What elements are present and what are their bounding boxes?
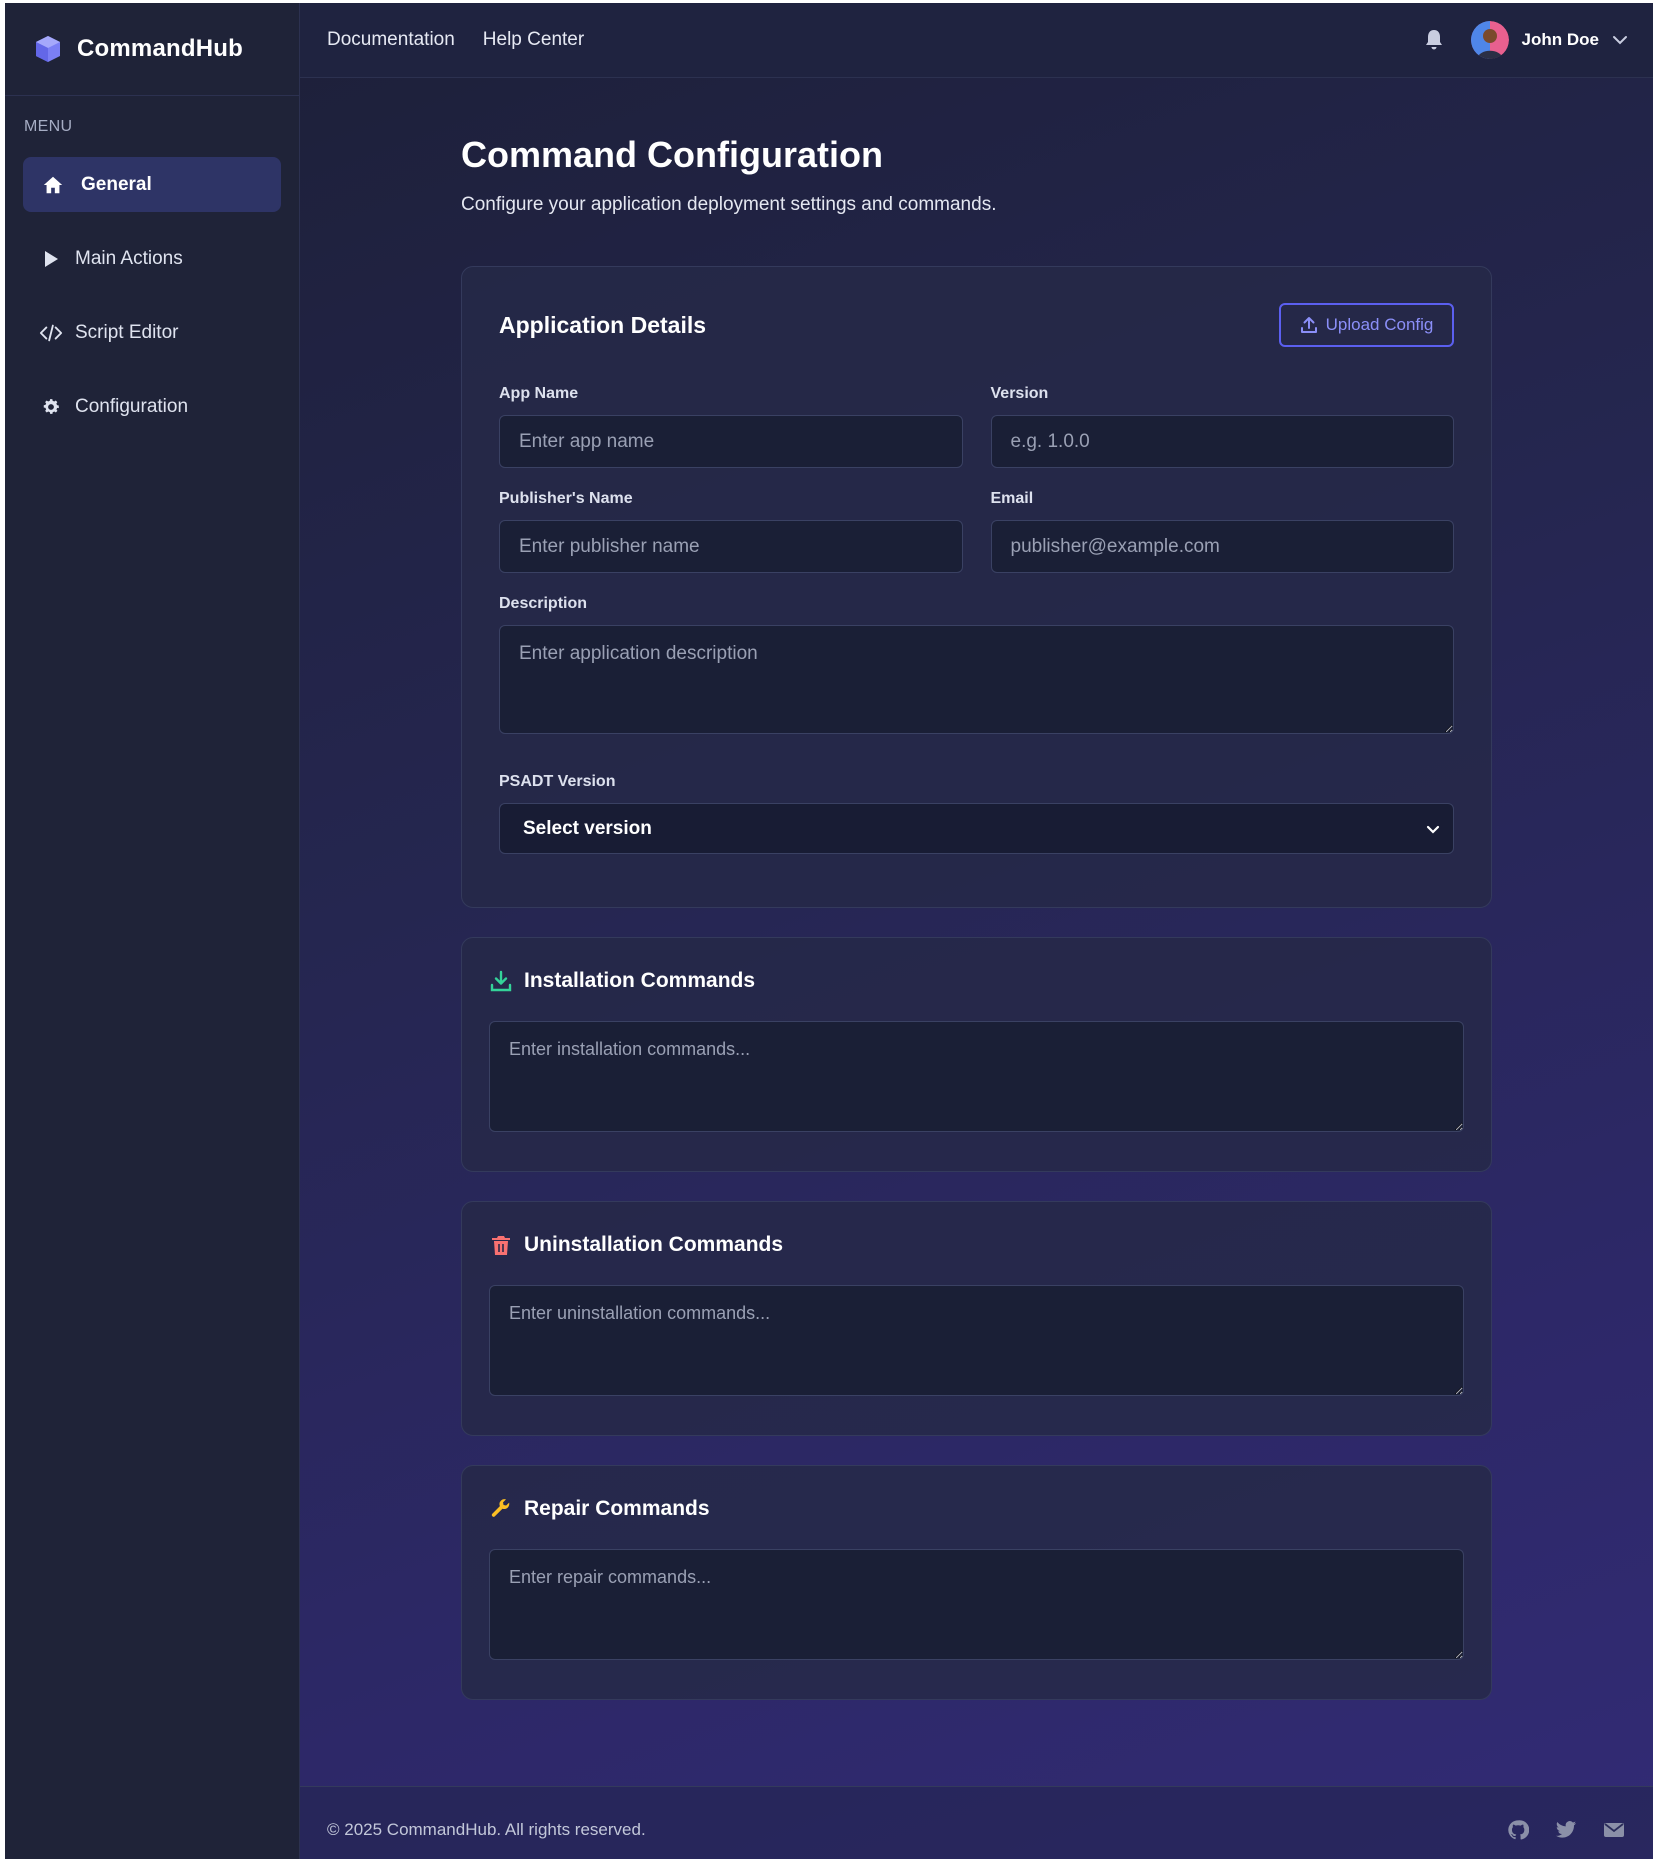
- installation-commands-textarea[interactable]: [489, 1021, 1464, 1132]
- application-details-card: Application Details Upload Config App Na…: [461, 266, 1492, 908]
- sidebar-item-label: General: [81, 173, 152, 195]
- sidebar: CommandHub MENU General Main Actions Scr: [5, 3, 300, 1859]
- code-icon: [39, 321, 63, 345]
- copyright-text: © 2025 CommandHub. All rights reserved.: [327, 1820, 646, 1839]
- app-name-input[interactable]: [499, 415, 963, 468]
- home-icon: [41, 173, 65, 197]
- sidebar-item-configuration[interactable]: Configuration: [23, 379, 281, 434]
- menu-label: MENU: [24, 118, 73, 135]
- sidebar-nav: General Main Actions Script Editor Confi…: [5, 149, 299, 453]
- user-name[interactable]: John Doe: [1522, 30, 1599, 50]
- chevron-down-icon: [1426, 825, 1440, 834]
- footer: © 2025 CommandHub. All rights reserved.: [300, 1786, 1653, 1859]
- description-textarea[interactable]: [499, 625, 1454, 734]
- sidebar-item-label: Main Actions: [75, 247, 183, 269]
- brand[interactable]: CommandHub: [5, 3, 299, 96]
- repair-commands-card: Repair Commands: [461, 1465, 1492, 1700]
- documentation-link[interactable]: Documentation: [327, 29, 455, 51]
- sidebar-item-script-editor[interactable]: Script Editor: [23, 305, 281, 360]
- app-window: CommandHub MENU General Main Actions Scr: [5, 3, 1653, 1859]
- description-label: Description: [499, 595, 588, 612]
- download-icon: [489, 969, 513, 993]
- publisher-input[interactable]: [499, 520, 963, 573]
- topbar: Documentation Help Center John Doe: [300, 3, 1653, 78]
- chevron-down-icon[interactable]: [1611, 31, 1629, 49]
- installation-commands-card: Installation Commands: [461, 937, 1492, 1172]
- cmd-title: Uninstallation Commands: [524, 1233, 784, 1256]
- uninstallation-commands-textarea[interactable]: [489, 1285, 1464, 1396]
- main-area: Documentation Help Center John Doe Comma…: [300, 3, 1653, 1859]
- upload-config-label: Upload Config: [1325, 315, 1434, 334]
- github-icon[interactable]: [1506, 1818, 1530, 1842]
- upload-icon: [1300, 317, 1317, 333]
- cmd-title: Installation Commands: [524, 969, 756, 992]
- bell-icon[interactable]: [1421, 27, 1447, 53]
- sidebar-item-main-actions[interactable]: Main Actions: [23, 231, 281, 286]
- wrench-icon: [489, 1497, 513, 1521]
- page-subtitle: Configure your application deployment se…: [461, 194, 997, 215]
- mail-icon[interactable]: [1602, 1818, 1626, 1842]
- cmd-title: Repair Commands: [524, 1497, 710, 1520]
- social-links: [1506, 1804, 1626, 1842]
- help-center-link[interactable]: Help Center: [483, 29, 584, 51]
- email-label: Email: [990, 490, 1034, 507]
- email-input[interactable]: [990, 520, 1454, 573]
- psadt-version-select[interactable]: Select version: [499, 803, 1454, 854]
- psadt-selected-value: Select version: [523, 817, 652, 839]
- uninstallation-commands-card: Uninstallation Commands: [461, 1201, 1492, 1436]
- page-title: Command Configuration: [461, 134, 883, 175]
- content: Command Configuration Configure your app…: [300, 78, 1492, 1859]
- avatar[interactable]: [1470, 21, 1509, 59]
- version-input[interactable]: [990, 415, 1454, 468]
- version-label: Version: [990, 385, 1049, 402]
- upload-config-button[interactable]: Upload Config: [1279, 303, 1454, 347]
- play-icon: [39, 247, 63, 271]
- twitter-icon[interactable]: [1554, 1818, 1578, 1842]
- brand-name: CommandHub: [77, 35, 243, 62]
- sidebar-item-label: Configuration: [75, 395, 189, 417]
- psadt-version-label: PSADT Version: [499, 773, 616, 790]
- card-title: Application Details: [499, 311, 707, 338]
- sidebar-item-label: Script Editor: [75, 321, 179, 343]
- repair-commands-textarea[interactable]: [489, 1549, 1464, 1660]
- publisher-label: Publisher's Name: [499, 490, 633, 507]
- trash-icon: [489, 1233, 513, 1257]
- sidebar-item-general[interactable]: General: [23, 157, 281, 212]
- app-name-label: App Name: [499, 385, 579, 402]
- cube-logo-icon: [36, 36, 60, 62]
- gear-icon: [39, 395, 63, 419]
